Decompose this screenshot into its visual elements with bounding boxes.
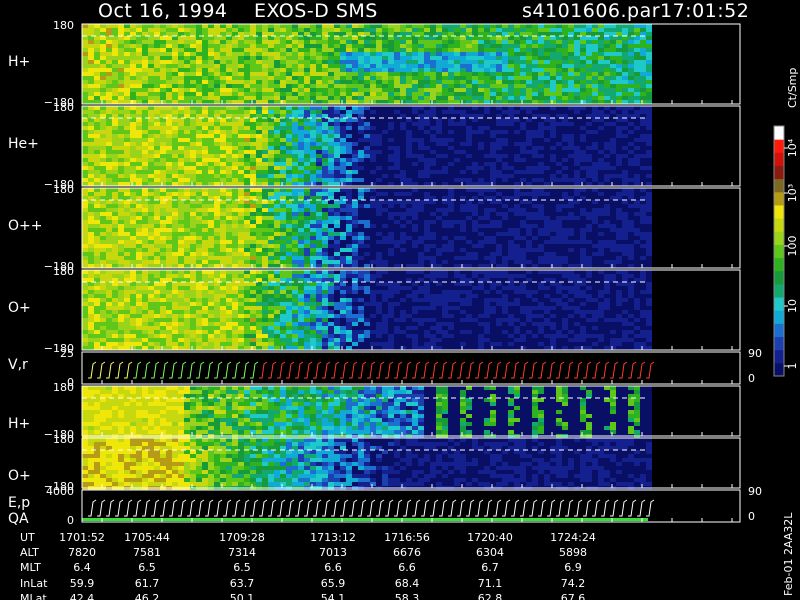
colorbar-segment: [774, 231, 784, 245]
colorbar-tick-label: 10³: [786, 184, 799, 202]
panel-2-ytop: 180: [53, 183, 74, 196]
colorbar-segment: [774, 270, 784, 285]
spectrogram-panel-5-cells: [82, 386, 652, 438]
orbit-cell: 7820: [68, 546, 96, 559]
orbit-cell: 63.7: [230, 577, 255, 590]
colorbar-tick-label: 100: [786, 236, 799, 257]
spectrogram-panel-6-cells: [82, 438, 652, 490]
orbit-cell: 59.9: [70, 577, 95, 590]
panel-0-ytop: 180: [53, 19, 74, 32]
orbit-cell: 67.6: [561, 592, 586, 600]
orbit-cell: 5898: [559, 546, 587, 559]
orbit-cell: 6.5: [233, 561, 251, 574]
panel-7-label: E,p: [8, 495, 30, 511]
colorbar-segment: [774, 191, 784, 206]
footer-code: Feb-01 2AA32L: [782, 512, 795, 596]
orbit-cell: 74.2: [561, 577, 586, 590]
colorbar-segment: [774, 126, 784, 140]
panel-1-ytop: 180: [53, 101, 74, 114]
colorbar-segment: [774, 297, 784, 311]
panel-7-rtop: 90: [748, 485, 762, 498]
orbit-cell: 6.4: [73, 561, 91, 574]
orbit-cell: 68.4: [395, 577, 420, 590]
orbit-cell: 1705:44: [124, 531, 170, 544]
orbit-cell: 46.2: [135, 592, 160, 600]
orbit-cell: 65.9: [321, 577, 346, 590]
panel-5-ytop: 180: [53, 381, 74, 394]
orbit-cell: 1701:52: [59, 531, 105, 544]
colorbar-segment: [774, 218, 784, 232]
orbit-row-label: ALT: [20, 546, 39, 559]
orbit-row-label: InLat: [20, 577, 48, 590]
orbit-cell: 42.4: [70, 592, 95, 600]
orbit-cell: 7581: [133, 546, 161, 559]
colorbar-segment: [774, 257, 784, 272]
panel-4-label: V,r: [8, 357, 28, 373]
orbit-cell: 6.5: [138, 561, 156, 574]
orbit-cell: 1720:40: [467, 531, 513, 544]
panel-7-ybottom: 0: [67, 514, 74, 527]
panel-1-label: He+: [8, 136, 39, 152]
orbit-cell: 6.6: [398, 561, 416, 574]
orbit-cell: 50.1: [230, 592, 255, 600]
panel-3-ytop: 180: [53, 265, 74, 278]
colorbar-segment: [774, 139, 784, 153]
orbit-cell: 1724:24: [550, 531, 596, 544]
orbit-row-label: MLT: [20, 561, 41, 574]
panel-7-ytop: 4000: [46, 485, 74, 498]
panel-3-label: O+: [8, 300, 31, 316]
colorbar-title: Ct/Smp: [786, 68, 799, 108]
panel-6-ytop: 180: [53, 433, 74, 446]
colorbar-segment: [774, 244, 784, 259]
colorbar-segment: [774, 204, 784, 219]
orbit-row-label: UT: [20, 531, 35, 544]
orbit-cell: 7013: [319, 546, 347, 559]
colorbar-segment: [774, 323, 784, 338]
orbit-cell: 6.6: [324, 561, 342, 574]
panel-7-rbottom: 0: [748, 510, 755, 523]
colorbar-segment: [774, 349, 784, 364]
orbit-cell: 61.7: [135, 577, 160, 590]
orbit-cell: 6676: [393, 546, 421, 559]
orbit-cell: 7314: [228, 546, 256, 559]
spectrogram-plot: H+180−180He+180−180O++180−180O+180−180V,…: [8, 19, 799, 600]
colorbar-segment: [774, 362, 784, 377]
panel-4-rbottom: 0: [748, 372, 755, 385]
qa-bar: [82, 518, 648, 521]
panel-6-label: O+: [8, 468, 31, 484]
orbit-cell: 1709:28: [219, 531, 265, 544]
panel-4-ytop: 25: [60, 347, 74, 360]
colorbar-segment: [774, 336, 784, 351]
orbit-cell: 71.1: [478, 577, 503, 590]
orbit-cell: 1713:12: [310, 531, 356, 544]
panel-2-label: O++: [8, 218, 42, 234]
panel-0-label: H+: [8, 54, 30, 70]
colorbar-segment: [774, 178, 784, 193]
panel-4-rtop: 90: [748, 347, 762, 360]
colorbar-segment: [774, 152, 784, 166]
orbit-cell: 6304: [476, 546, 504, 559]
colorbar-tick-label: 10⁴: [786, 138, 799, 157]
colorbar: [773, 125, 785, 377]
panel-5-label: H+: [8, 416, 30, 432]
panel-7-label2: QA: [8, 511, 29, 527]
orbit-cell: 54.1: [321, 592, 346, 600]
orbit-cell: 6.7: [481, 561, 499, 574]
orbit-cell: 6.9: [564, 561, 582, 574]
orbit-cell: 58.3: [395, 592, 420, 600]
colorbar-tick-label: 10: [786, 299, 799, 313]
orbit-cell: 62.8: [478, 592, 503, 600]
colorbar-segment: [774, 310, 784, 324]
colorbar-tick-label: 1: [786, 363, 799, 370]
colorbar-segment: [774, 283, 784, 298]
orbit-row-label: MLat: [20, 592, 47, 600]
orbit-cell: 1716:56: [384, 531, 430, 544]
colorbar-segment: [774, 165, 784, 180]
